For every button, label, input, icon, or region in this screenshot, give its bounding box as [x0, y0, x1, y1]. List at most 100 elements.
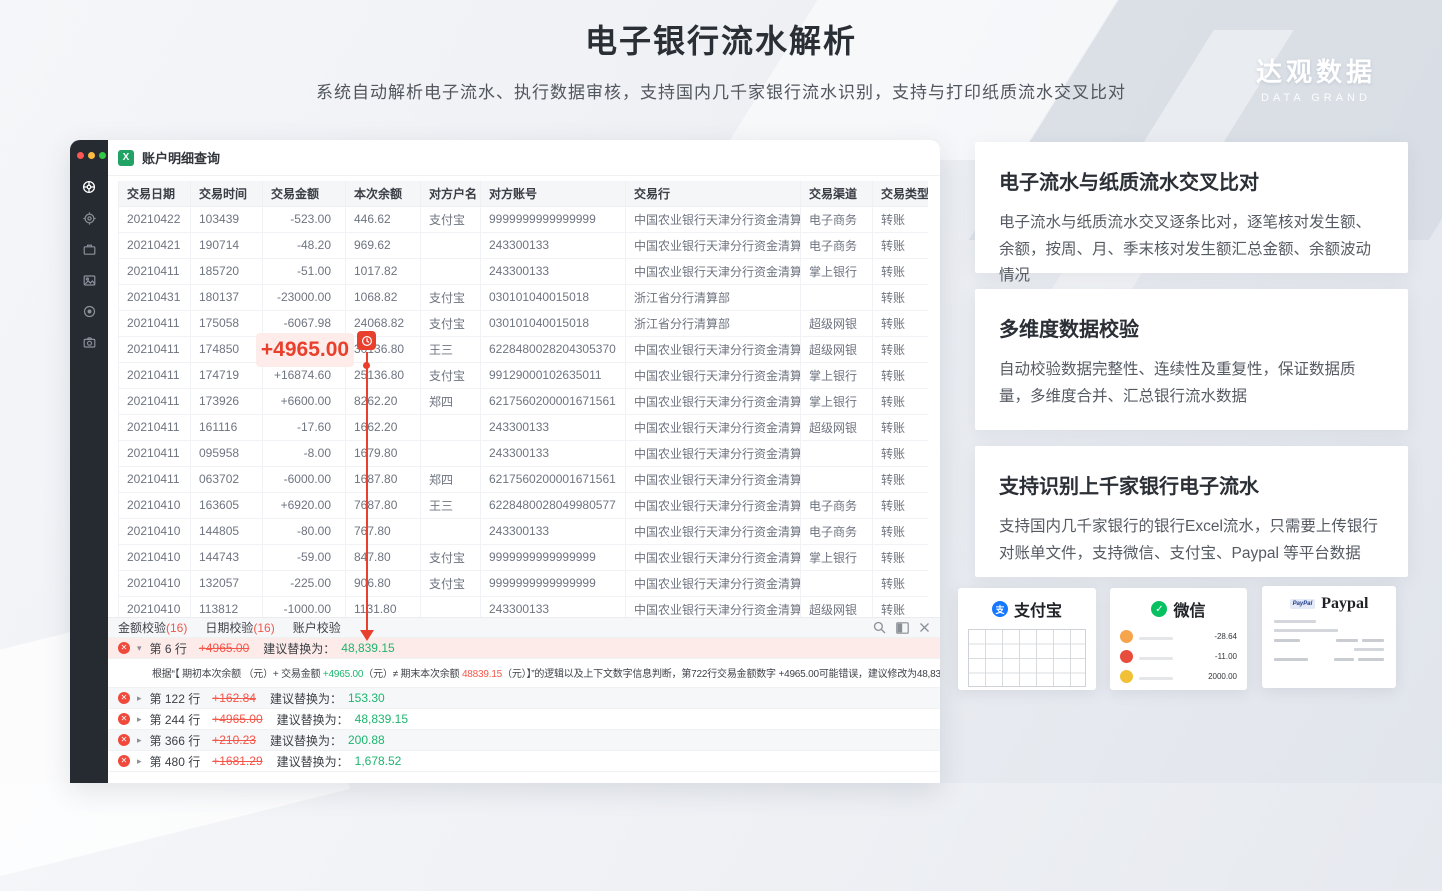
table-cell: 郑四: [421, 388, 481, 414]
expand-arrow-icon[interactable]: ▸: [137, 735, 142, 746]
column-header: 对方账号: [481, 181, 626, 206]
table-cell: 20210422: [119, 206, 191, 232]
table-cell: 180137: [191, 284, 263, 310]
validation-error-row[interactable]: ✕▸第 122 行+162.84建议替换为：153.30: [108, 688, 940, 709]
amount: 2000.00: [1208, 672, 1237, 681]
table-cell: [801, 466, 873, 492]
close-icon[interactable]: [919, 622, 930, 633]
table-cell: +6600.00: [263, 388, 346, 414]
old-value: +1681.29: [212, 754, 262, 768]
gear-icon[interactable]: [82, 211, 97, 226]
table-cell: [421, 232, 481, 258]
table-cell: +6920.00: [263, 492, 346, 518]
table-cell: 中国农业银行天津分行资金清算中心: [626, 492, 801, 518]
validation-tab-2[interactable]: 账户校验: [293, 619, 341, 636]
paypal-statement-thumbnail: [1274, 620, 1384, 661]
expand-arrow-icon[interactable]: ▸: [137, 693, 142, 704]
table-cell: 20210411: [119, 388, 191, 414]
table-cell: [801, 440, 873, 466]
table-cell: 浙江省分行清算部: [626, 310, 801, 336]
table-cell: 转账: [873, 596, 929, 617]
suggested-value: 153.30: [348, 691, 385, 705]
table-row: 2021041117485030136.80王三6228480028204305…: [119, 336, 929, 362]
validation-errors: ✕▾第 6 行+4965.00建议替换为：48,839.15根据“【 期初本次余…: [108, 638, 940, 772]
old-value: +162.84: [212, 691, 256, 705]
table-cell: 446.62: [346, 206, 421, 232]
maximize-window-button[interactable]: [99, 152, 106, 159]
table-cell: 969.62: [346, 232, 421, 258]
alipay-card: 支 支付宝: [958, 588, 1096, 690]
page-title: 电子银行流水解析: [0, 16, 1442, 62]
validation-error-row[interactable]: ✕▾第 6 行+4965.00建议替换为：48,839.15: [108, 638, 940, 659]
table-cell: 中国农业银行天津分行资金清算中心: [626, 206, 801, 232]
camera-icon[interactable]: [82, 335, 97, 350]
table-cell: 中国农业银行天津分行资金清算中心: [626, 440, 801, 466]
table-cell: 185720: [191, 258, 263, 284]
table-cell: 175058: [191, 310, 263, 336]
table-cell: 电子商务: [801, 206, 873, 232]
validation-tab-1[interactable]: 日期校验(16): [205, 619, 274, 636]
alipay-label: 支付宝: [1014, 597, 1062, 621]
page-subtitle: 系统自动解析电子流水、执行数据审核，支持国内几千家银行流水识别，支持与打印纸质流…: [0, 78, 1442, 103]
table-cell: 20210410: [119, 544, 191, 570]
table-cell: 转账: [873, 440, 929, 466]
table-row: 20210411161116-17.601662.20243300133中国农业…: [119, 414, 929, 440]
table-cell: 超级网银: [801, 336, 873, 362]
table-cell: [421, 414, 481, 440]
collapse-arrow-icon[interactable]: ▾: [137, 643, 142, 654]
table-cell: 20210411: [119, 466, 191, 492]
disc-icon[interactable]: [82, 304, 97, 319]
expand-arrow-icon[interactable]: ▸: [137, 714, 142, 725]
validation-panel: 金额校验(16) 日期校验(16) 账户校验 ✕▾第 6 行+4965.00建议替换…: [108, 617, 940, 783]
validation-error-row[interactable]: ✕▸第 480 行+1681.29建议替换为：1,678.52: [108, 751, 940, 772]
table-cell: 847.80: [346, 544, 421, 570]
table-row: 20210411095958-8.001679.80243300133中国农业银…: [119, 440, 929, 466]
minimize-window-button[interactable]: [88, 152, 95, 159]
table-head-row: 交易日期交易时间交易金额本次余额对方户名对方账号交易行交易渠道交易类型: [119, 181, 929, 206]
table-cell: 中国农业银行天津分行资金清算中心: [626, 336, 801, 362]
wheel-icon[interactable]: [81, 179, 97, 195]
table-row: 20210411173926+6600.008262.20郑四621756020…: [119, 388, 929, 414]
tab-error-count: (16): [166, 621, 187, 635]
table-cell: 1679.80: [346, 440, 421, 466]
feature-body: 支持国内几千家银行的银行Excel流水，只需要上传银行对账单文件，支持微信、支付…: [999, 514, 1384, 567]
table-cell: 99129000102635011: [481, 362, 626, 388]
search-icon[interactable]: [873, 621, 886, 634]
window-controls: [70, 140, 108, 159]
validation-tabbar: 金额校验(16) 日期校验(16) 账户校验: [108, 617, 940, 638]
table-body: 20210422103439-523.00446.62支付宝9999999999…: [119, 206, 929, 617]
column-header: 交易渠道: [801, 181, 873, 206]
table-cell: 电子商务: [801, 518, 873, 544]
expand-arrow-icon[interactable]: ▸: [137, 756, 142, 767]
alert-clock-icon[interactable]: [357, 331, 376, 350]
app-window: X 账户明细查询 交易日期交易时间交易金额本次余额对方户名对方账号交易行交易渠道…: [70, 140, 940, 783]
validation-error-row[interactable]: ✕▸第 244 行+4965.00建议替换为：48,839.15: [108, 709, 940, 730]
table-cell: 20210421: [119, 232, 191, 258]
merchant-icon: [1120, 630, 1133, 643]
paypal-icon: PayPal: [1290, 599, 1316, 609]
tab-label: 金额校验: [118, 621, 166, 635]
old-value: +4965.00: [199, 641, 249, 655]
table-cell: 103439: [191, 206, 263, 232]
window-content: X 账户明细查询 交易日期交易时间交易金额本次余额对方户名对方账号交易行交易渠道…: [108, 140, 940, 783]
error-icon: ✕: [118, 692, 130, 704]
validation-tab-0[interactable]: 金额校验(16): [118, 619, 187, 636]
table-cell: 6228480028204305370: [481, 336, 626, 362]
briefcase-icon[interactable]: [82, 242, 97, 257]
table-row: 20210410163605+6920.007687.80王三622848002…: [119, 492, 929, 518]
table-cell: 767.80: [346, 518, 421, 544]
feature-title: 电子流水与纸质流水交叉比对: [999, 166, 1384, 195]
table-cell: 王三: [421, 492, 481, 518]
image-icon[interactable]: [82, 273, 97, 288]
suggest-label: 建议替换为：: [277, 711, 349, 728]
table-cell: 浙江省分行清算部: [626, 284, 801, 310]
validation-error-row[interactable]: ✕▸第 366 行+210.23建议替换为：200.88: [108, 730, 940, 751]
table-cell: [801, 284, 873, 310]
suggest-label: 建议替换为：: [277, 753, 349, 770]
table-row: 20210431180137-23000.001068.82支付宝0301010…: [119, 284, 929, 310]
table-cell: 转账: [873, 492, 929, 518]
close-window-button[interactable]: [77, 152, 84, 159]
table-cell: 113812: [191, 596, 263, 617]
table-row: 20210410113812-1000.001131.80243300133中国…: [119, 596, 929, 617]
panel-layout-icon[interactable]: [896, 622, 909, 634]
